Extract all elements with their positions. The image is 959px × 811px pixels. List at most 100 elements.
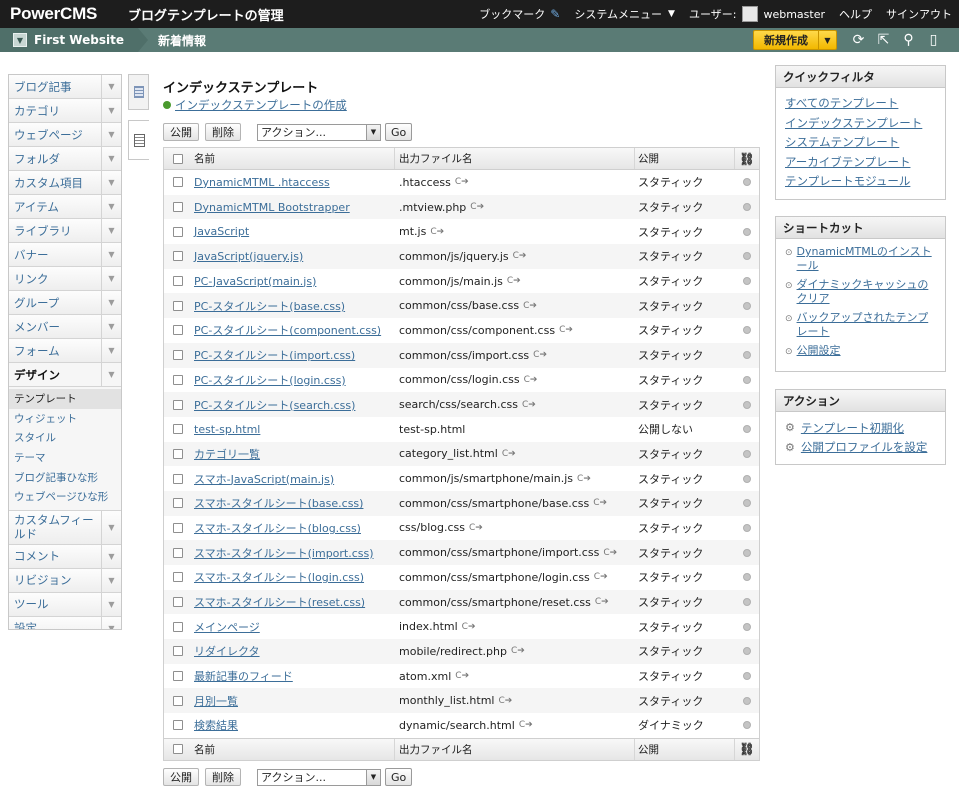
nav-item[interactable]: コメント ▼: [9, 544, 121, 569]
row-checkbox[interactable]: [172, 325, 183, 336]
template-name-link[interactable]: PC-スタイルシート(login.css): [194, 372, 346, 388]
chevron-down-icon[interactable]: ▼: [101, 171, 121, 194]
shortcut-link[interactable]: ⊙ DynamicMTMLのインストール: [785, 245, 937, 273]
refresh-icon[interactable]: C➔: [430, 227, 444, 237]
nav-item[interactable]: バナー ▼: [9, 243, 121, 267]
refresh-icon[interactable]: C➔: [462, 622, 476, 632]
template-name-link[interactable]: メインページ: [194, 619, 260, 635]
chevron-down-icon[interactable]: ▼: [101, 616, 121, 629]
chevron-down-icon[interactable]: ▼: [101, 592, 121, 616]
template-name-link[interactable]: PC-スタイルシート(search.css): [194, 397, 355, 413]
quickfilter-link[interactable]: すべてのテンプレート: [785, 94, 937, 114]
quickfilter-link[interactable]: インデックステンプレート: [785, 114, 937, 134]
template-name-link[interactable]: スマホ-スタイルシート(base.css): [194, 495, 363, 511]
row-checkbox[interactable]: [172, 424, 183, 435]
trash-icon[interactable]: ▯: [921, 28, 946, 52]
chevron-down-icon[interactable]: ▼: [101, 99, 121, 122]
row-checkbox[interactable]: [172, 300, 183, 311]
refresh-icon[interactable]: C➔: [513, 251, 527, 261]
action-select[interactable]: アクション... ▼: [257, 123, 381, 141]
shortcut-link[interactable]: ⊙ バックアップされたテンプレート: [785, 311, 937, 339]
row-checkbox[interactable]: [172, 276, 183, 287]
refresh-icon[interactable]: C➔: [603, 548, 617, 558]
template-name-link[interactable]: 検索結果: [194, 717, 238, 733]
col-publish-header[interactable]: 公開: [635, 148, 735, 169]
chevron-down-icon[interactable]: ▼: [101, 510, 121, 544]
refresh-icon[interactable]: C➔: [577, 474, 591, 484]
chevron-down-icon[interactable]: ▼: [101, 363, 121, 386]
template-name-link[interactable]: スマホ-スタイルシート(import.css): [194, 545, 374, 561]
delete-button[interactable]: 削除: [205, 123, 241, 141]
submenu-item[interactable]: ウェブページひな形: [9, 487, 121, 507]
chevron-down-icon[interactable]: ▼: [101, 75, 121, 98]
section-name[interactable]: 新着情報: [158, 32, 206, 49]
nav-item[interactable]: グループ ▼: [9, 291, 121, 315]
submenu-item[interactable]: ウィジェット: [9, 409, 121, 429]
nav-item[interactable]: リンク ▼: [9, 267, 121, 291]
external-link-icon[interactable]: ⇱: [871, 28, 896, 52]
nav-item[interactable]: フォルダ ▼: [9, 147, 121, 171]
row-checkbox[interactable]: [172, 671, 183, 682]
row-checkbox[interactable]: [172, 202, 183, 213]
nav-item[interactable]: カスタムフィールド ▼: [9, 510, 121, 545]
chevron-down-icon[interactable]: ▼: [101, 315, 121, 338]
refresh-icon[interactable]: C➔: [511, 646, 525, 656]
template-name-link[interactable]: 月別一覧: [194, 693, 238, 709]
chevron-down-icon[interactable]: ▼: [101, 267, 121, 290]
row-checkbox[interactable]: [172, 177, 183, 188]
row-checkbox[interactable]: [172, 374, 183, 385]
template-name-link[interactable]: スマホ-スタイルシート(blog.css): [194, 520, 361, 536]
row-checkbox[interactable]: [172, 399, 183, 410]
shortcut-link[interactable]: ⊙ ダイナミックキャッシュのクリア: [785, 278, 937, 306]
refresh-icon[interactable]: C➔: [593, 498, 607, 508]
row-checkbox[interactable]: [172, 597, 183, 608]
refresh-icon[interactable]: ⟳: [846, 28, 871, 52]
row-checkbox[interactable]: [172, 695, 183, 706]
template-name-link[interactable]: PC-スタイルシート(base.css): [194, 298, 345, 314]
bookmark-menu[interactable]: ブックマーク ✎: [472, 0, 567, 28]
system-menu[interactable]: システムメニュー ▼: [567, 0, 682, 28]
brand-logo[interactable]: PowerCMS: [0, 4, 128, 24]
submenu-item[interactable]: テンプレート: [9, 389, 121, 409]
col-name-footer[interactable]: 名前: [191, 738, 395, 760]
template-name-link[interactable]: 最新記事のフィード: [194, 668, 293, 684]
template-name-link[interactable]: リダイレクタ: [194, 643, 260, 659]
row-checkbox[interactable]: [172, 226, 183, 237]
refresh-icon[interactable]: C➔: [507, 276, 521, 286]
refresh-icon[interactable]: C➔: [519, 720, 533, 730]
chevron-down-icon[interactable]: ▼: [101, 147, 121, 170]
refresh-icon[interactable]: C➔: [455, 177, 469, 187]
publish-button[interactable]: 公開: [163, 123, 199, 141]
create-template-link[interactable]: インデックステンプレートの作成: [163, 97, 347, 113]
refresh-icon[interactable]: C➔: [524, 375, 538, 385]
side-tab-list[interactable]: [128, 74, 149, 110]
row-checkbox[interactable]: [172, 251, 183, 262]
go-button[interactable]: Go: [385, 123, 413, 141]
quickfilter-link[interactable]: システムテンプレート: [785, 133, 937, 153]
template-name-link[interactable]: PC-JavaScript(main.js): [194, 275, 316, 288]
template-name-link[interactable]: カテゴリ一覧: [194, 446, 260, 462]
chevron-down-icon[interactable]: ▼: [101, 544, 121, 568]
publish-button[interactable]: 公開: [163, 768, 199, 786]
row-checkbox[interactable]: [172, 547, 183, 558]
nav-item[interactable]: リビジョン ▼: [9, 568, 121, 593]
refresh-icon[interactable]: C➔: [595, 597, 609, 607]
help-link[interactable]: ヘルプ: [832, 0, 879, 28]
quickfilter-link[interactable]: アーカイブテンプレート: [785, 153, 937, 173]
template-name-link[interactable]: test-sp.html: [194, 423, 260, 436]
go-button[interactable]: Go: [385, 768, 413, 786]
template-name-link[interactable]: スマホ-JavaScript(main.js): [194, 471, 334, 487]
action-link[interactable]: ⚙ 公開プロファイルを設定: [785, 438, 937, 458]
row-checkbox[interactable]: [172, 522, 183, 533]
chevron-down-icon[interactable]: ▼: [818, 31, 836, 49]
nav-item-design[interactable]: デザイン ▼: [9, 363, 121, 387]
submenu-item[interactable]: テーマ: [9, 448, 121, 468]
chevron-down-icon[interactable]: ▼: [101, 291, 121, 314]
refresh-icon[interactable]: C➔: [498, 696, 512, 706]
chevron-down-icon[interactable]: ▼: [101, 195, 121, 218]
row-checkbox[interactable]: [172, 498, 183, 509]
row-checkbox[interactable]: [172, 646, 183, 657]
template-name-link[interactable]: PC-スタイルシート(component.css): [194, 322, 381, 338]
delete-button[interactable]: 削除: [205, 768, 241, 786]
nav-item[interactable]: カテゴリ ▼: [9, 99, 121, 123]
